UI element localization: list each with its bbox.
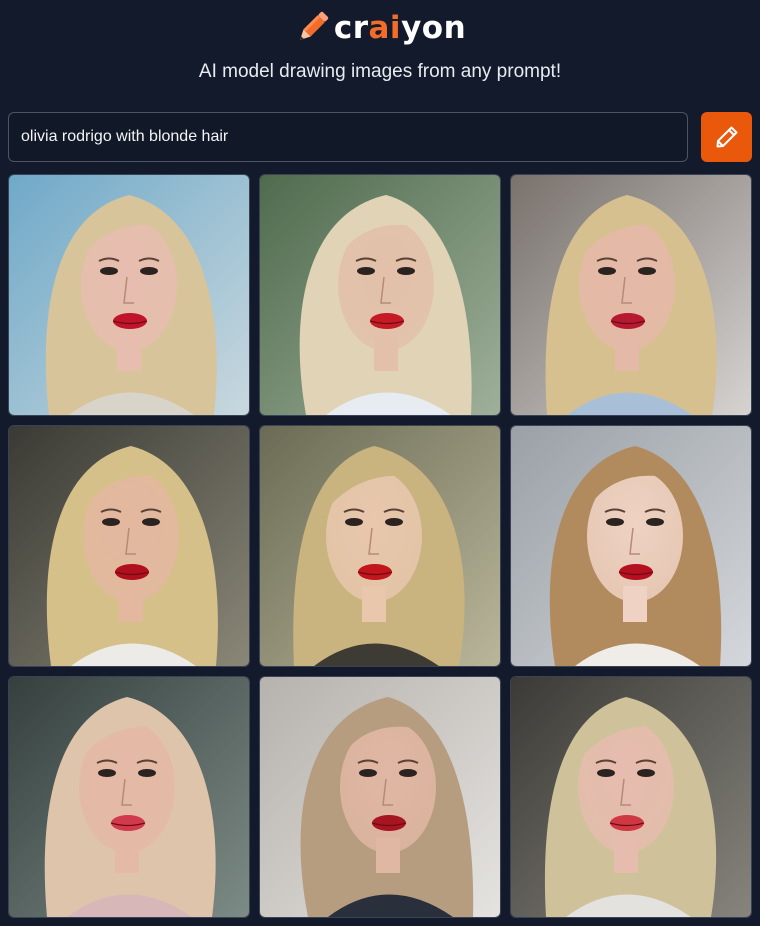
results-grid [8,174,752,918]
prompt-input[interactable] [8,112,688,162]
result-image[interactable] [8,425,250,667]
result-image[interactable] [510,425,752,667]
prompt-bar [8,112,752,162]
pencil-icon [716,126,737,148]
craiyon-logo[interactable]: craiyon [0,10,760,46]
tagline: AI model drawing images from any prompt! [198,61,562,82]
result-image[interactable] [510,676,752,918]
result-image[interactable] [259,676,501,918]
logo-text: craiyon [333,10,467,46]
result-image[interactable] [259,174,501,416]
result-image[interactable] [259,425,501,667]
pencil-icon [299,11,328,41]
result-image[interactable] [8,174,250,416]
result-image[interactable] [8,676,250,918]
result-image[interactable] [510,174,752,416]
header: craiyon AI model drawing images from any… [0,0,760,110]
draw-button[interactable] [701,112,752,162]
